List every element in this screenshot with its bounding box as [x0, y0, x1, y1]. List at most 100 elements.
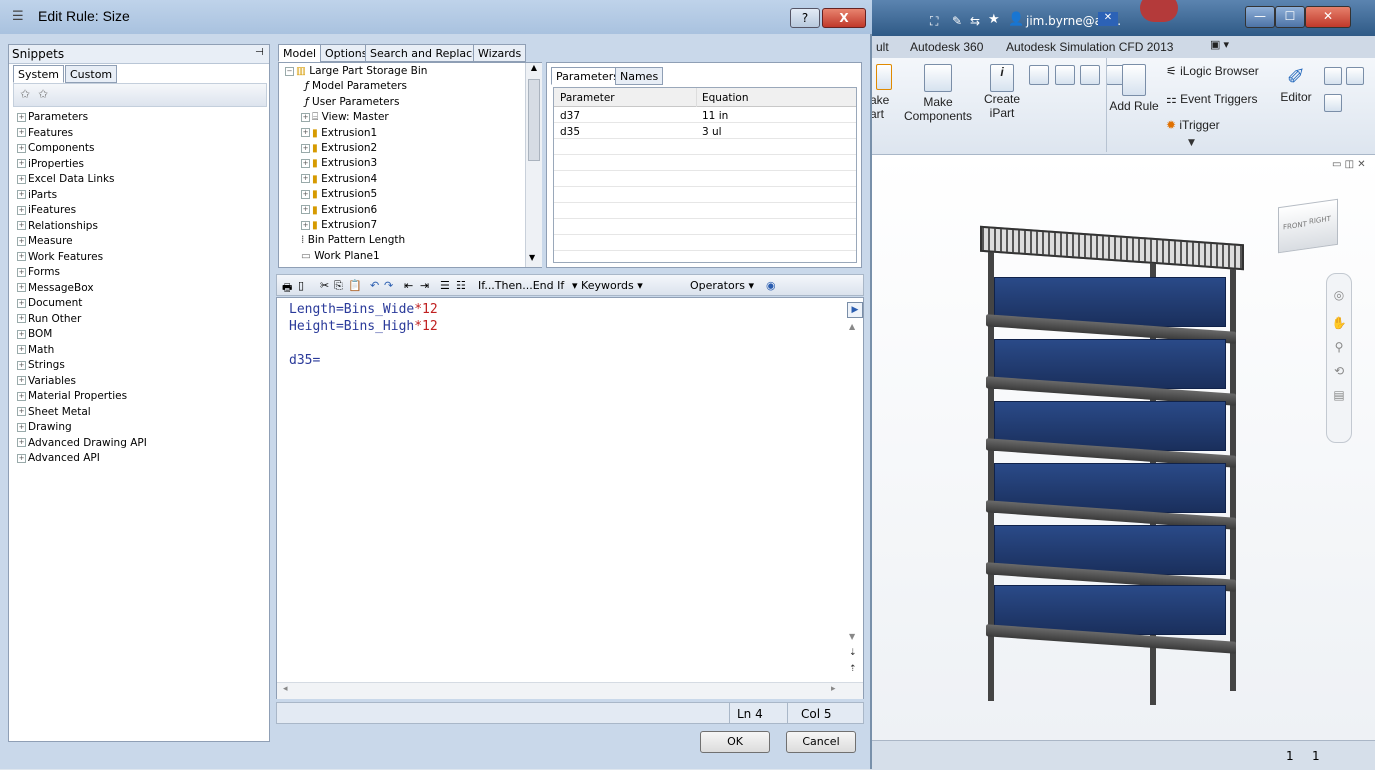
expand-icon[interactable]: + — [17, 267, 26, 277]
event-triggers-button[interactable]: ⚏ Event Triggers — [1166, 92, 1257, 106]
expand-icon[interactable]: + — [17, 407, 26, 416]
print-icon[interactable]: 🖶 — [282, 279, 292, 298]
editor-next-icon[interactable]: ⇣ — [849, 648, 857, 658]
ilogic-browser-button[interactable]: ⚟ iLogic Browser — [1166, 64, 1259, 78]
operators-dropdown[interactable]: Operators ▾ — [690, 279, 754, 292]
expand-icon[interactable]: + — [17, 314, 26, 323]
keywords-dropdown[interactable]: ▾ Keywords ▾ — [572, 279, 643, 292]
copy-icon[interactable]: ⎘ — [334, 279, 343, 293]
expand-icon[interactable]: + — [17, 298, 26, 308]
import-icon[interactable] — [1324, 67, 1342, 85]
create-ipart-button[interactable]: i Create iPart — [982, 64, 1022, 120]
tab-parameters[interactable]: Parameters — [551, 67, 624, 85]
expand-icon[interactable]: + — [301, 205, 310, 215]
snippet-category[interactable]: + Advanced Drawing API — [17, 437, 147, 449]
expand-icon[interactable]: + — [17, 205, 26, 215]
snippet-category[interactable]: + Drawing — [17, 421, 72, 433]
link-icon[interactable] — [1345, 67, 1364, 85]
expand-icon[interactable]: + — [17, 236, 26, 246]
ribbon-tab-simulation-cfd[interactable]: Autodesk Simulation CFD 2013 — [1006, 40, 1173, 54]
editor-scroll-up-icon[interactable]: ▲ — [849, 322, 855, 331]
expand-icon[interactable]: + — [17, 221, 26, 230]
camera-icon[interactable]: ▣ ▾ — [1210, 38, 1229, 51]
scroll-up-icon[interactable]: ▲ — [526, 63, 542, 72]
snippet-category[interactable]: + Strings — [17, 359, 65, 371]
page-setup-icon[interactable]: ▯ — [298, 279, 304, 292]
model-tree-item[interactable]: + ⌸ View: Master — [301, 111, 389, 124]
expand-all-icon[interactable]: ✩ — [20, 87, 30, 101]
snippet-category[interactable]: + BOM — [17, 328, 52, 340]
ok-button[interactable]: OK — [700, 731, 770, 753]
collapse-icon[interactable]: − — [285, 66, 294, 76]
snippet-category[interactable]: + Document — [17, 297, 82, 309]
ribbon-tab-autodesk-360[interactable]: Autodesk 360 — [910, 40, 983, 54]
editor-hscrollbar[interactable]: ◂ ▸ — [277, 682, 863, 699]
help-icon[interactable]: ◉ — [766, 279, 776, 292]
minimize-button[interactable]: — — [1245, 6, 1275, 28]
undo-icon[interactable]: ↶ — [370, 279, 379, 292]
pin-icon[interactable]: ⊣ — [255, 47, 264, 58]
model-tree-item[interactable]: + ▮ Extrusion1 — [301, 127, 377, 139]
editor-scroll-down-icon[interactable]: ▼ — [849, 632, 855, 641]
snippet-category[interactable]: + iProperties — [17, 158, 84, 170]
run-icon[interactable]: ▶ — [847, 302, 863, 318]
expand-icon[interactable]: + — [17, 438, 26, 447]
look-at-icon[interactable]: ▤ — [1327, 388, 1351, 402]
param-equation-d35[interactable]: 3 ul — [702, 126, 722, 138]
expand-panel-icon[interactable]: ▼ — [1188, 138, 1195, 148]
redo-icon[interactable]: ↷ — [384, 279, 393, 292]
paste-icon[interactable]: 📋 — [348, 279, 362, 292]
if-then-button[interactable]: If...Then...End If — [478, 279, 564, 292]
snippet-category[interactable]: + Work Features — [17, 251, 103, 263]
export-icon[interactable] — [1324, 94, 1342, 112]
model-tree-item[interactable]: + ▮ Extrusion3 — [301, 157, 377, 169]
scroll-left-icon[interactable]: ◂ — [283, 684, 288, 694]
orbit-icon[interactable]: ⟲ — [1327, 364, 1351, 378]
code-lines[interactable]: Length=Bins_Wide*12 Height=Bins_High*12 d3… — [289, 302, 829, 682]
expand-icon[interactable]: + — [17, 252, 26, 261]
snippet-category[interactable]: + iParts — [17, 189, 57, 201]
indent-icon[interactable]: ⇥ — [420, 279, 429, 292]
snippet-category[interactable]: + Forms — [17, 266, 60, 278]
expand-icon[interactable]: + — [301, 174, 310, 184]
exchange-apps-icon[interactable]: ✕ — [1098, 12, 1118, 26]
tab-model[interactable]: Model — [278, 44, 322, 62]
expand-icon[interactable]: + — [17, 453, 26, 463]
model-tree-item[interactable]: + ▮ Extrusion5 — [301, 188, 377, 200]
make-part-button[interactable]: ake art — [870, 64, 898, 121]
snippet-category[interactable]: + MessageBox — [17, 282, 94, 294]
view-cube[interactable]: FRONT RIGHT — [1278, 198, 1338, 254]
model-tree-item[interactable]: + ▮ Extrusion4 — [301, 173, 377, 185]
collapse-all-icon[interactable]: ✩ — [38, 87, 48, 101]
wrench-icon[interactable]: ✎ — [952, 14, 962, 28]
expand-icon[interactable]: + — [301, 158, 310, 168]
maximize-button[interactable]: ☐ — [1275, 6, 1305, 28]
expand-icon[interactable]: + — [17, 391, 26, 401]
model-tree-item[interactable]: ▭ Work Plane1 — [301, 250, 380, 262]
snippet-category[interactable]: + Sheet Metal — [17, 406, 91, 418]
param-equation-d37[interactable]: 11 in — [702, 110, 728, 122]
snippet-category[interactable]: + Measure — [17, 235, 73, 247]
scroll-right-icon[interactable]: ▸ — [831, 684, 836, 694]
expand-icon[interactable]: + — [17, 174, 26, 184]
tab-wizards[interactable]: Wizards — [473, 44, 527, 62]
snippet-category[interactable]: + Run Other — [17, 313, 81, 325]
code-line[interactable]: d35= — [289, 353, 320, 368]
snippet-category[interactable]: + Components — [17, 142, 94, 154]
snippet-category[interactable]: + Advanced API — [17, 452, 100, 464]
sketch-icon[interactable] — [1029, 65, 1049, 85]
editor-button[interactable]: ✐ Editor — [1276, 64, 1316, 104]
exchange-icon[interactable]: ⇆ — [970, 14, 980, 28]
model-tree-item[interactable]: + ▮ Extrusion7 — [301, 219, 377, 231]
model-tree-item[interactable]: ƒ Model Parameters — [305, 80, 407, 92]
ribbon-tab-result[interactable]: ult — [876, 40, 889, 54]
uncomment-icon[interactable]: ☷ — [456, 279, 466, 292]
expand-icon[interactable]: + — [301, 112, 310, 122]
expand-icon[interactable]: + — [301, 189, 310, 199]
snippet-category[interactable]: + Math — [17, 344, 54, 356]
graphics-viewport[interactable]: ▭ ◫ ✕ FRONT RIGHT ◎ ✋ ⚲ ⟲ ▤ — [870, 155, 1375, 740]
scroll-thumb[interactable] — [528, 79, 540, 161]
expand-icon[interactable]: + — [17, 112, 26, 122]
expand-icon[interactable]: + — [17, 329, 26, 339]
tab-custom[interactable]: Custom — [65, 65, 118, 83]
